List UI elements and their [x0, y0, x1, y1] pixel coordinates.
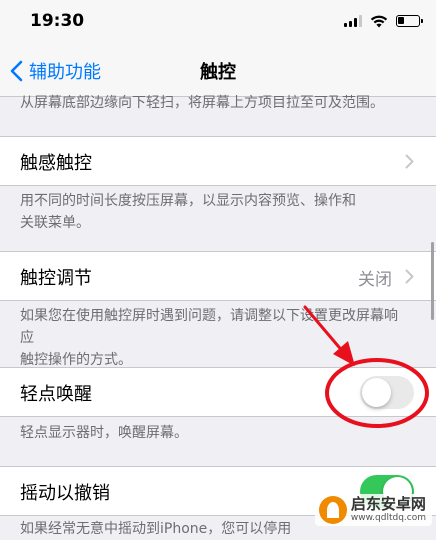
- haptic-touch-footer: 用不同的时间长度按压屏幕，以显示内容预览、操作和 关联菜单。: [20, 190, 406, 234]
- status-icons: [344, 13, 423, 29]
- touch-accommodations-label: 触控调节: [20, 268, 92, 289]
- watermark: 启东安卓网 www.qdltdq.com: [314, 494, 432, 526]
- haptic-touch-row[interactable]: 触感触控: [0, 136, 436, 186]
- watermark-url: www.qdltdq.com: [350, 513, 426, 523]
- toggle-knob: [362, 378, 391, 407]
- touch-accommodations-value: 关闭: [358, 270, 392, 290]
- reachability-footer: 从屏幕底部边缘向下轻扫，将屏幕上方项目拉至可及范围。: [20, 95, 384, 111]
- touch-accommodations-footer-line1: 如果您在使用触控屏时遇到问题，请调整以下设置更改屏幕响应: [20, 308, 398, 346]
- battery-icon: [396, 15, 423, 27]
- haptic-touch-footer-line1: 用不同的时间长度按压屏幕，以显示内容预览、操作和: [20, 193, 356, 209]
- battery-level: [398, 17, 404, 24]
- shake-to-undo-label: 摇动以撤销: [20, 483, 110, 504]
- watermark-title: 启东安卓网: [350, 495, 426, 513]
- haptic-touch-footer-line2: 关联菜单。: [20, 215, 90, 231]
- chevron-right-icon: [405, 269, 414, 284]
- tap-to-wake-label: 轻点唤醒: [20, 384, 92, 405]
- touch-accommodations-footer: 如果您在使用触控屏时遇到问题，请调整以下设置更改屏幕响应 触控操作的方式。: [20, 305, 406, 371]
- touch-accommodations-row[interactable]: 触控调节 关闭: [0, 251, 436, 301]
- haptic-touch-label: 触感触控: [20, 153, 92, 174]
- navigation-bar: 辅助功能 触控: [0, 44, 436, 97]
- chevron-right-icon: [405, 154, 414, 169]
- wifi-icon: [370, 15, 388, 27]
- status-time: 19:30: [30, 11, 85, 31]
- cellular-signal-icon: [344, 15, 362, 27]
- page-title: 触控: [200, 62, 236, 83]
- scroll-indicator[interactable]: [431, 242, 434, 320]
- tap-to-wake-toggle[interactable]: [360, 376, 414, 409]
- tap-to-wake-footer: 轻点显示器时，唤醒屏幕。: [20, 425, 188, 441]
- status-bar: 19:30: [0, 0, 436, 44]
- watermark-logo-icon: [318, 496, 347, 524]
- tap-to-wake-row: 轻点唤醒: [0, 367, 436, 417]
